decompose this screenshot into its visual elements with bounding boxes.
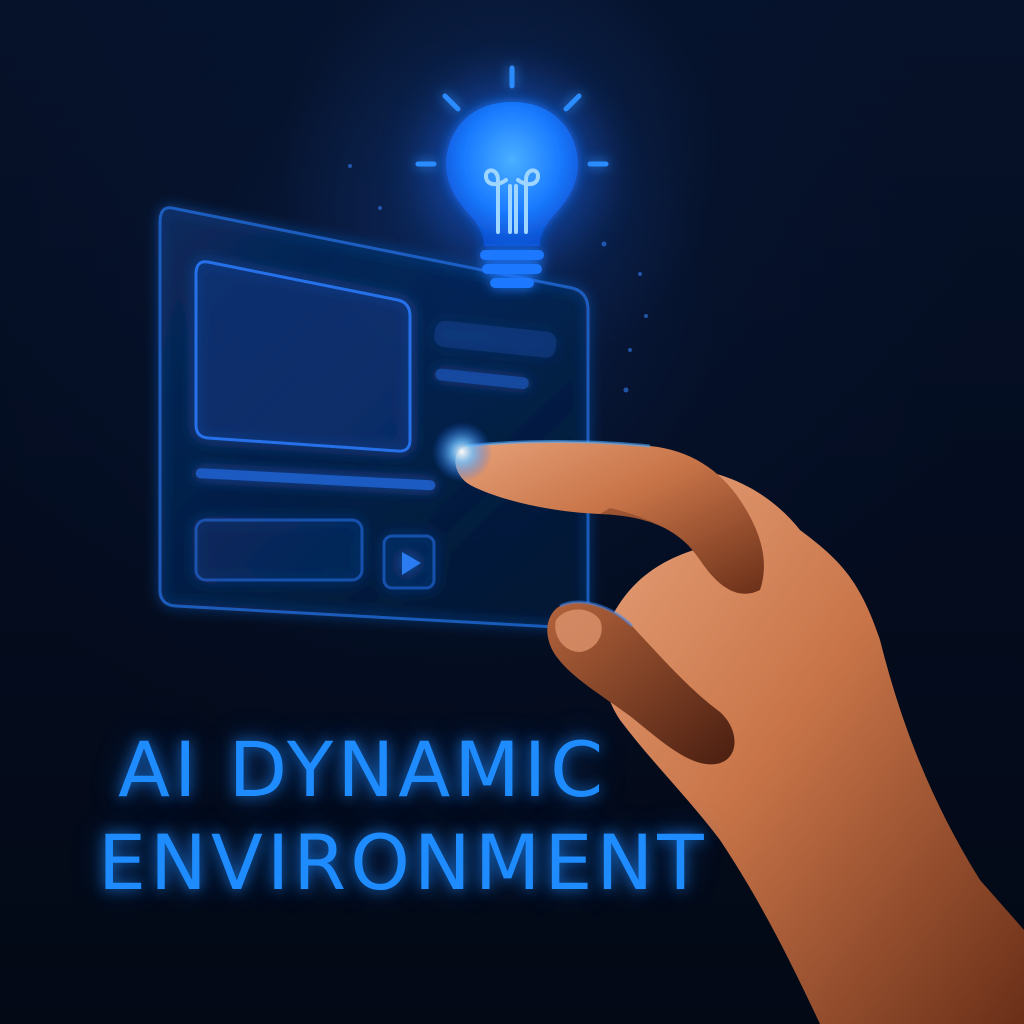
scene: AI DYNAMIC ENVIRONMENT: [0, 0, 1024, 1024]
lightbulb-icon: [415, 65, 609, 288]
headline-line-1: AI DYNAMIC: [118, 725, 608, 814]
headline-line-2: ENVIRONMENT: [98, 818, 708, 907]
fingertip-glow: [432, 422, 492, 482]
panel-input-box: [194, 518, 364, 582]
